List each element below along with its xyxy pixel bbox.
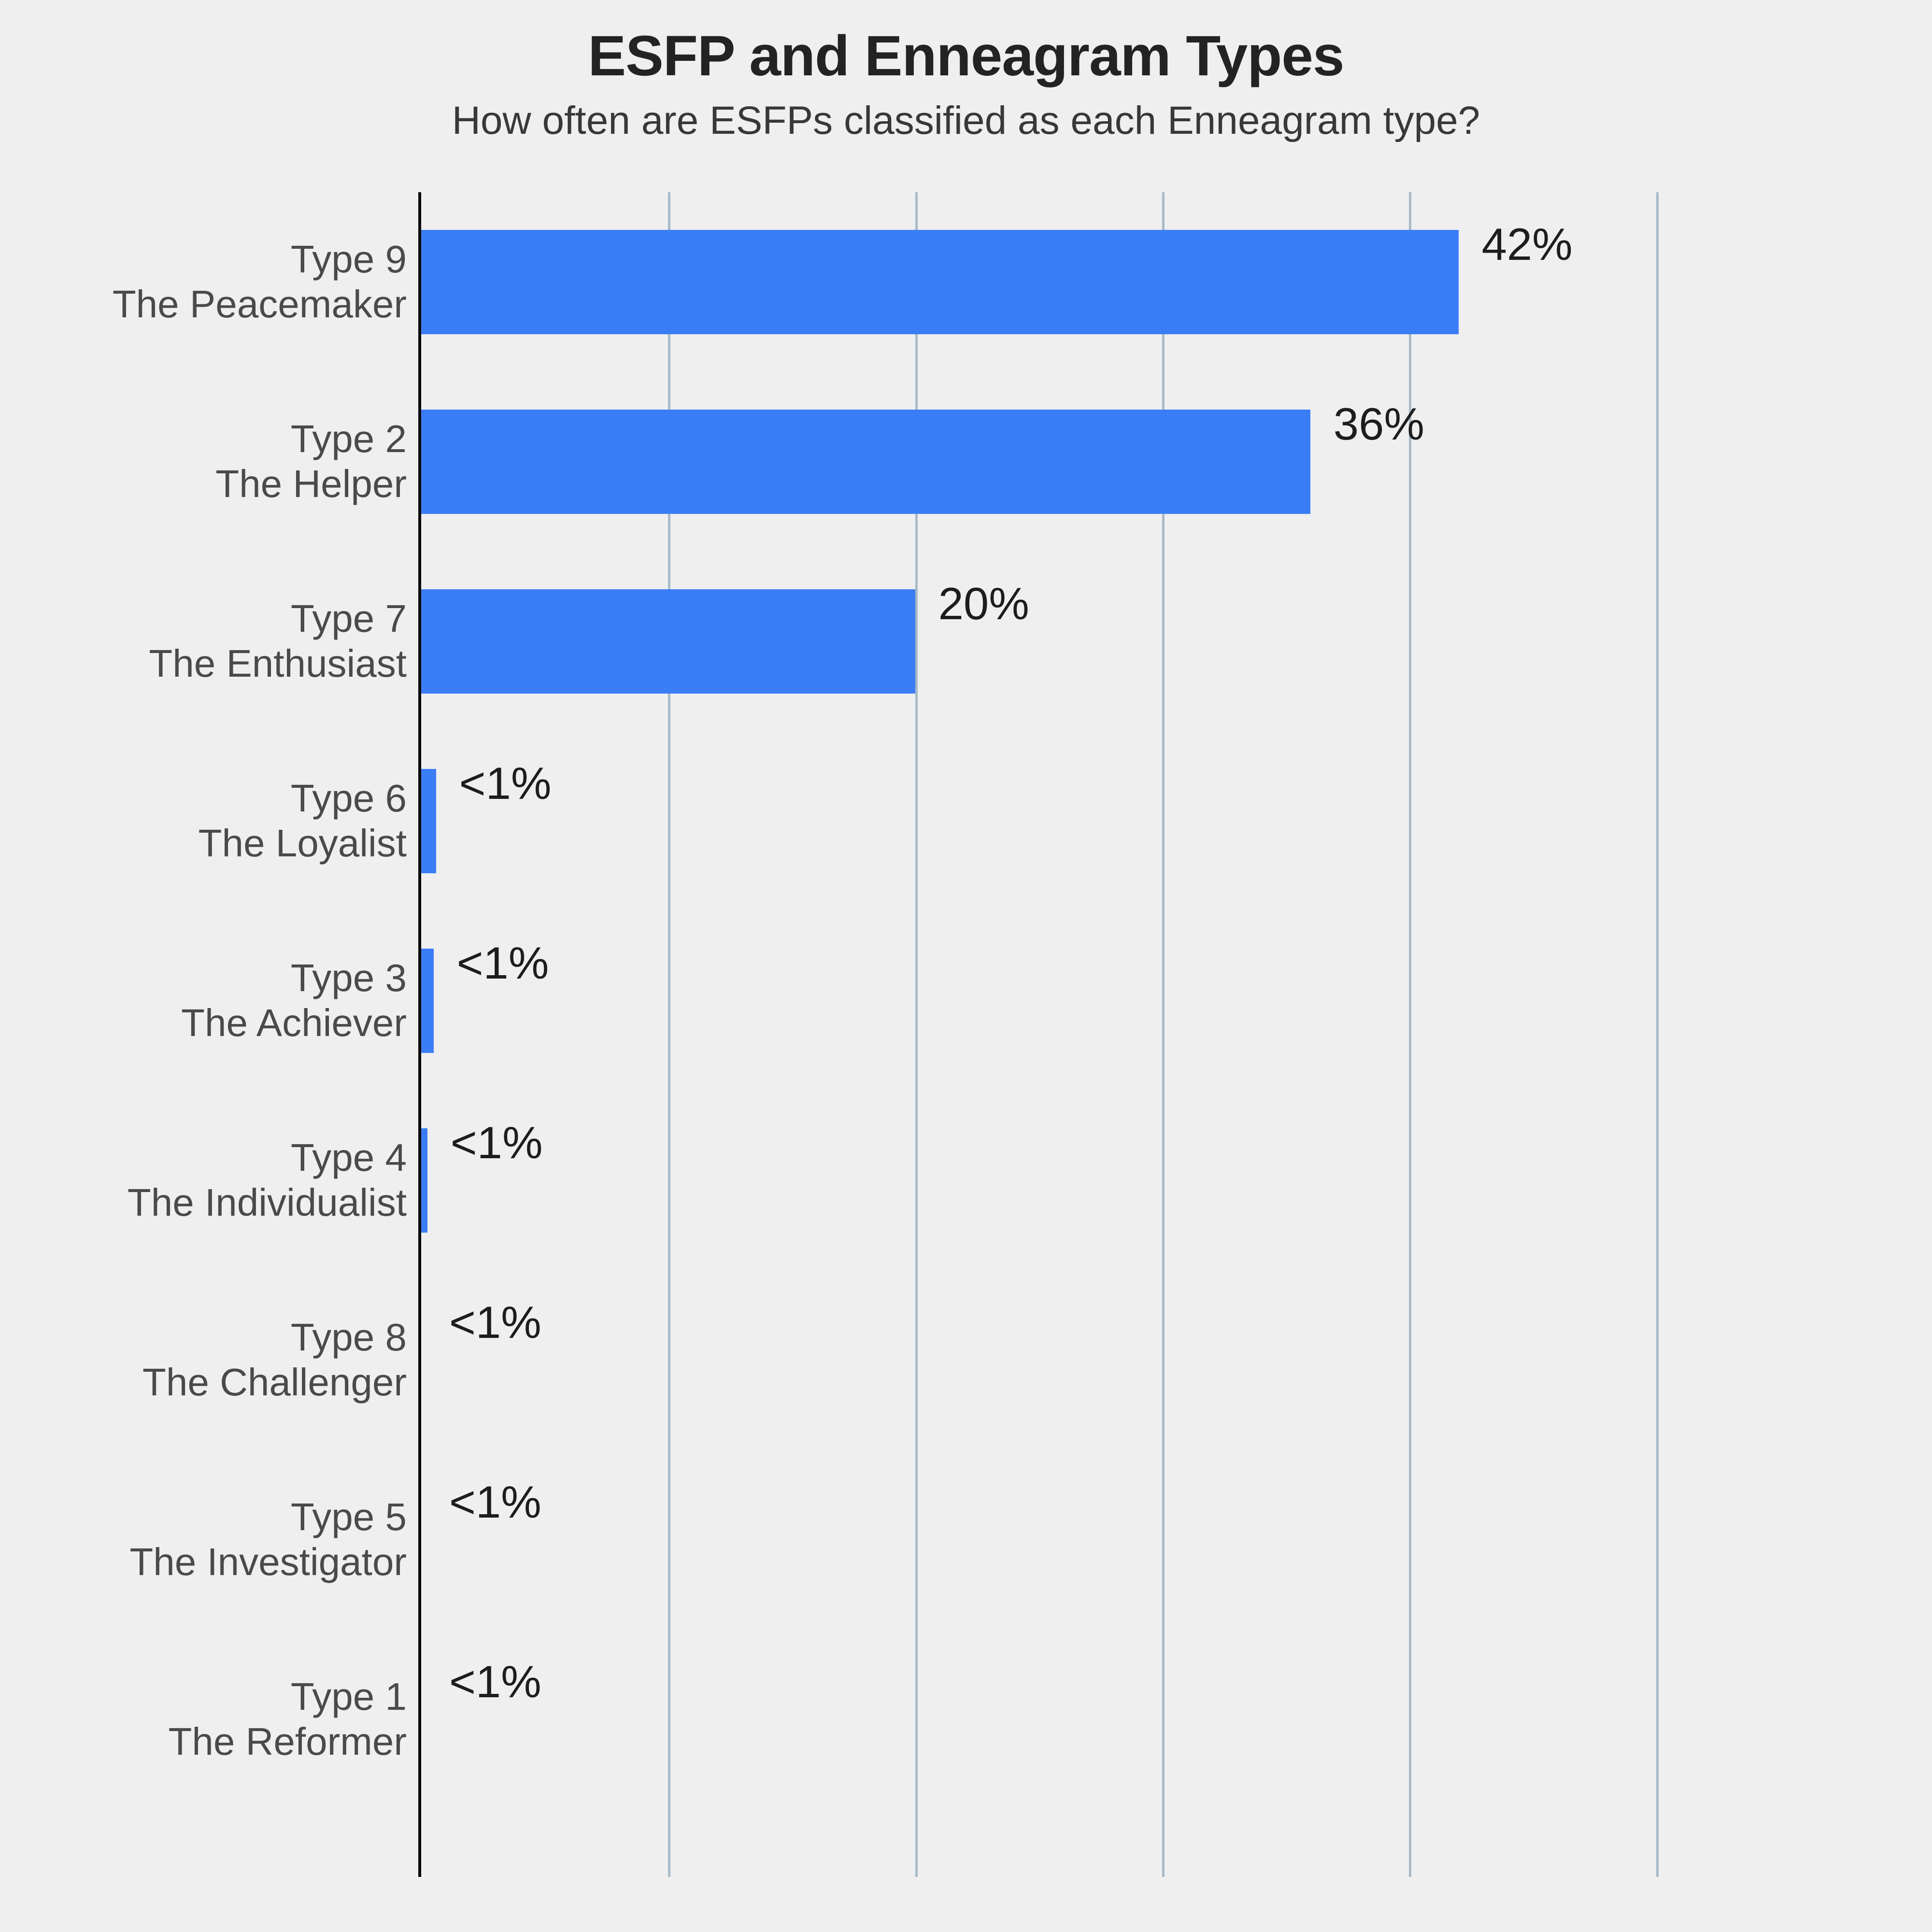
bar-value-label: <1% (450, 1117, 543, 1168)
category-label: Type 3 The Achiever (0, 949, 407, 1053)
category-label: Type 5 The Investigator (0, 1488, 407, 1592)
category-label-type: Type 9 (290, 238, 407, 281)
bar-row: Type 1 The Reformer <1% (169, 1630, 1903, 1809)
chart-subtitle: How often are ESFPs classified as each E… (452, 98, 1480, 142)
bar-value-label: 20% (938, 578, 1029, 629)
category-label-name: The Investigator (129, 1540, 407, 1583)
category-label: Type 1 The Reformer (0, 1667, 407, 1772)
bar[interactable] (421, 769, 436, 873)
bar-row: Type 2 The Helper 36% (215, 372, 1903, 552)
bar[interactable] (421, 949, 434, 1053)
category-label: Type 6 The Loyalist (0, 769, 407, 873)
bar-row: Type 6 The Loyalist <1% (199, 731, 1903, 911)
category-label-type: Type 8 (290, 1316, 407, 1359)
bar-row: Type 7 The Enthusiast 20% (149, 552, 1903, 731)
category-label: Type 2 The Helper (0, 410, 407, 514)
category-label-type: Type 6 (290, 777, 407, 820)
bar-row: Type 8 The Challenger <1% (142, 1270, 1903, 1450)
category-label-type: Type 4 (290, 1136, 407, 1179)
category-label: Type 8 The Challenger (0, 1308, 407, 1412)
bar-row: Type 5 The Investigator <1% (129, 1450, 1903, 1630)
bar-row: Type 3 The Achiever <1% (181, 911, 1903, 1091)
bar[interactable] (421, 1128, 427, 1233)
category-label-name: The Achiever (181, 1001, 407, 1044)
bar[interactable] (421, 230, 1459, 334)
bar-row: Type 4 The Individualist <1% (128, 1091, 1903, 1270)
category-label: Type 9 The Peacemaker (0, 230, 407, 334)
category-label-type: Type 7 (290, 597, 407, 640)
chart-header: ESFP and Enneagram Types How often are E… (0, 24, 1932, 142)
bar-value-label: <1% (459, 758, 552, 809)
bar-row: Type 9 The Peacemaker 42% (113, 192, 1903, 372)
category-label: Type 7 The Enthusiast (0, 589, 407, 694)
category-label-name: The Challenger (142, 1361, 407, 1404)
category-label-name: The Loyalist (198, 822, 407, 865)
category-label-type: Type 2 (290, 417, 407, 461)
plot-area: Type 9 The Peacemaker 42% Type 2 The Helper 3… (113, 192, 1903, 1877)
bar-value-label: <1% (449, 1656, 541, 1707)
category-label-name: The Peacemaker (112, 283, 407, 326)
bar-value-label: 42% (1481, 219, 1573, 270)
category-label-type: Type 5 (290, 1495, 407, 1539)
bar[interactable] (421, 589, 915, 694)
bar-value-label: <1% (449, 1297, 541, 1348)
category-label-name: The Individualist (127, 1181, 407, 1224)
category-label-name: The Reformer (168, 1720, 407, 1763)
category-label-type: Type 1 (290, 1675, 407, 1719)
category-label-name: The Enthusiast (149, 642, 407, 685)
chart-title: ESFP and Enneagram Types (588, 24, 1344, 88)
category-label: Type 4 The Individualist (0, 1128, 407, 1233)
bar-chart: ESFP and Enneagram Types How often are E… (0, 0, 1932, 1932)
category-label-name: The Helper (215, 462, 407, 505)
bar-value-label: 36% (1333, 398, 1424, 449)
bar-value-label: <1% (456, 938, 549, 988)
bar-value-label: <1% (449, 1477, 541, 1527)
bar[interactable] (421, 410, 1310, 514)
category-label-type: Type 3 (290, 956, 407, 1000)
